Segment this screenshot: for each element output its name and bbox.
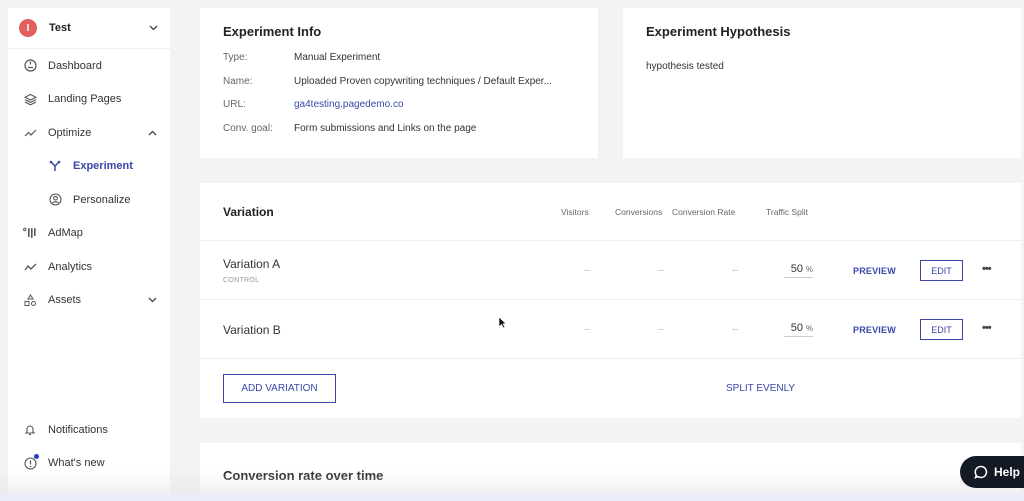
sidebar-item-notifications[interactable]: Notifications xyxy=(8,413,170,447)
conversions-value: -- xyxy=(658,324,664,334)
app: I Test Dashboard Landing Pages Optimize … xyxy=(0,0,1024,501)
chevron-down-icon xyxy=(148,295,157,305)
sidebar-item-optimize[interactable]: Optimize xyxy=(8,116,170,150)
experiment-info-title: Experiment Info xyxy=(223,24,322,39)
sidebar-item-label: Experiment xyxy=(73,160,133,173)
sidebar-item-analytics[interactable]: Analytics xyxy=(8,250,170,284)
experiment-icon xyxy=(48,159,62,173)
dashboard-icon xyxy=(23,59,37,73)
bell-icon xyxy=(23,423,37,437)
sidebar-item-label: Dashboard xyxy=(48,59,102,72)
traffic-split-input[interactable]: 50 % xyxy=(784,322,813,337)
sidebar-nav: Dashboard Landing Pages Optimize Experim… xyxy=(8,49,170,317)
info-row-name: Name: Uploaded Proven copywriting techni… xyxy=(223,76,552,87)
column-header-conversions: Conversions xyxy=(615,207,663,217)
variations-header: Variation Visitors Conversions Conversio… xyxy=(200,183,1021,241)
info-row-type: Type: Manual Experiment xyxy=(223,52,380,63)
column-header-visitors: Visitors xyxy=(561,207,589,217)
sidebar-item-experiment[interactable]: Experiment xyxy=(8,150,170,184)
sidebar-item-assets[interactable]: Assets xyxy=(8,284,170,318)
edit-button[interactable]: EDIT xyxy=(920,319,963,340)
trend-icon xyxy=(23,126,37,140)
sidebar-item-label: Assets xyxy=(48,294,82,307)
workspace-switcher[interactable]: I Test xyxy=(8,8,170,49)
control-tag: CONTROL xyxy=(223,277,260,284)
sidebar-item-label: Analytics xyxy=(48,260,93,273)
variation-name: Variation B xyxy=(223,323,281,337)
visitors-value: -- xyxy=(584,324,590,334)
sidebar-item-personalize[interactable]: Personalize xyxy=(8,183,170,217)
experiment-info-card: Experiment Info Type: Manual Experiment … xyxy=(200,8,598,158)
preview-button[interactable]: PREVIEW xyxy=(853,325,896,335)
experiment-url-link[interactable]: ga4testing.pagedemo.co xyxy=(294,99,404,110)
workspace-name: Test xyxy=(49,22,71,34)
sidebar-item-whats-new[interactable]: What's new xyxy=(8,447,170,481)
admap-icon xyxy=(23,226,37,240)
conversion-chart-card: Conversion rate over time xyxy=(200,443,1021,501)
percent-unit: % xyxy=(805,265,813,274)
sidebar-item-label: AdMap xyxy=(48,227,83,240)
hypothesis-card: Experiment Hypothesis hypothesis tested xyxy=(623,8,1021,158)
more-options-icon[interactable]: ••• xyxy=(982,322,992,334)
info-label: Name: xyxy=(223,76,253,87)
more-options-icon[interactable]: ••• xyxy=(982,263,992,275)
column-header-conversion-rate: Conversion Rate xyxy=(672,207,736,217)
info-value: Form submissions and Links on the page xyxy=(294,123,477,134)
traffic-split-value: 50 xyxy=(790,322,803,334)
chat-bubble-icon xyxy=(974,465,988,479)
variations-title: Variation xyxy=(223,205,274,219)
sidebar-item-admap[interactable]: AdMap xyxy=(8,217,170,251)
sidebar-item-label: What's new xyxy=(48,457,105,470)
assets-icon xyxy=(23,293,37,307)
sidebar-item-label: Landing Pages xyxy=(48,93,122,106)
sidebar-item-landing-pages[interactable]: Landing Pages xyxy=(8,83,170,117)
info-label: Conv. goal: xyxy=(223,123,273,134)
sidebar-bottom: Notifications What's new xyxy=(8,413,170,480)
workspace-avatar: I xyxy=(19,19,37,37)
analytics-icon xyxy=(23,260,37,274)
sidebar-item-dashboard[interactable]: Dashboard xyxy=(8,49,170,83)
conversion-rate-value: -- xyxy=(732,324,738,334)
sidebar-item-label: Optimize xyxy=(48,126,92,139)
visitors-value: -- xyxy=(584,265,590,275)
variation-row: Variation A CONTROL -- -- -- 50 % PREVIE… xyxy=(200,241,1021,300)
preview-button[interactable]: PREVIEW xyxy=(853,266,896,276)
sidebar-item-label: Notifications xyxy=(48,423,108,436)
hypothesis-text: hypothesis tested xyxy=(646,61,724,72)
mouse-cursor-icon xyxy=(498,316,507,329)
variations-card: Variation Visitors Conversions Conversio… xyxy=(200,183,1021,418)
info-icon xyxy=(23,454,39,470)
layers-icon xyxy=(23,92,37,106)
chevron-up-icon xyxy=(148,128,157,138)
info-label: Type: xyxy=(223,52,248,63)
conversion-chart-title: Conversion rate over time xyxy=(223,468,384,483)
bottom-bar xyxy=(0,494,1024,501)
traffic-split-value: 50 xyxy=(790,263,803,275)
notification-badge xyxy=(34,454,39,460)
person-circle-icon xyxy=(48,193,62,207)
info-value: Uploaded Proven copywriting techniques /… xyxy=(294,76,552,87)
info-row-conv-goal: Conv. goal: Form submissions and Links o… xyxy=(223,123,476,134)
split-evenly-button[interactable]: SPLIT EVENLY xyxy=(726,383,795,394)
variation-name: Variation A xyxy=(223,257,281,271)
column-header-traffic-split: Traffic Split xyxy=(766,207,809,217)
sidebar-item-label: Personalize xyxy=(73,193,131,206)
edit-button[interactable]: EDIT xyxy=(920,260,963,281)
variation-row: Variation B -- -- -- 50 % PREVIEW EDIT •… xyxy=(200,300,1021,359)
chevron-down-icon xyxy=(149,23,158,33)
info-label: URL: xyxy=(223,99,246,110)
hypothesis-title: Experiment Hypothesis xyxy=(646,24,791,39)
sidebar: I Test Dashboard Landing Pages Optimize … xyxy=(8,8,170,494)
traffic-split-input[interactable]: 50 % xyxy=(784,263,813,278)
info-value: Manual Experiment xyxy=(294,52,381,63)
conversion-rate-value: -- xyxy=(732,265,738,275)
info-row-url: URL: ga4testing.pagedemo.co xyxy=(223,99,404,110)
percent-unit: % xyxy=(805,324,813,333)
help-button[interactable]: Help xyxy=(960,456,1024,488)
conversions-value: -- xyxy=(658,265,664,275)
add-variation-button[interactable]: ADD VARIATION xyxy=(223,374,336,403)
help-label: Help xyxy=(994,465,1021,479)
